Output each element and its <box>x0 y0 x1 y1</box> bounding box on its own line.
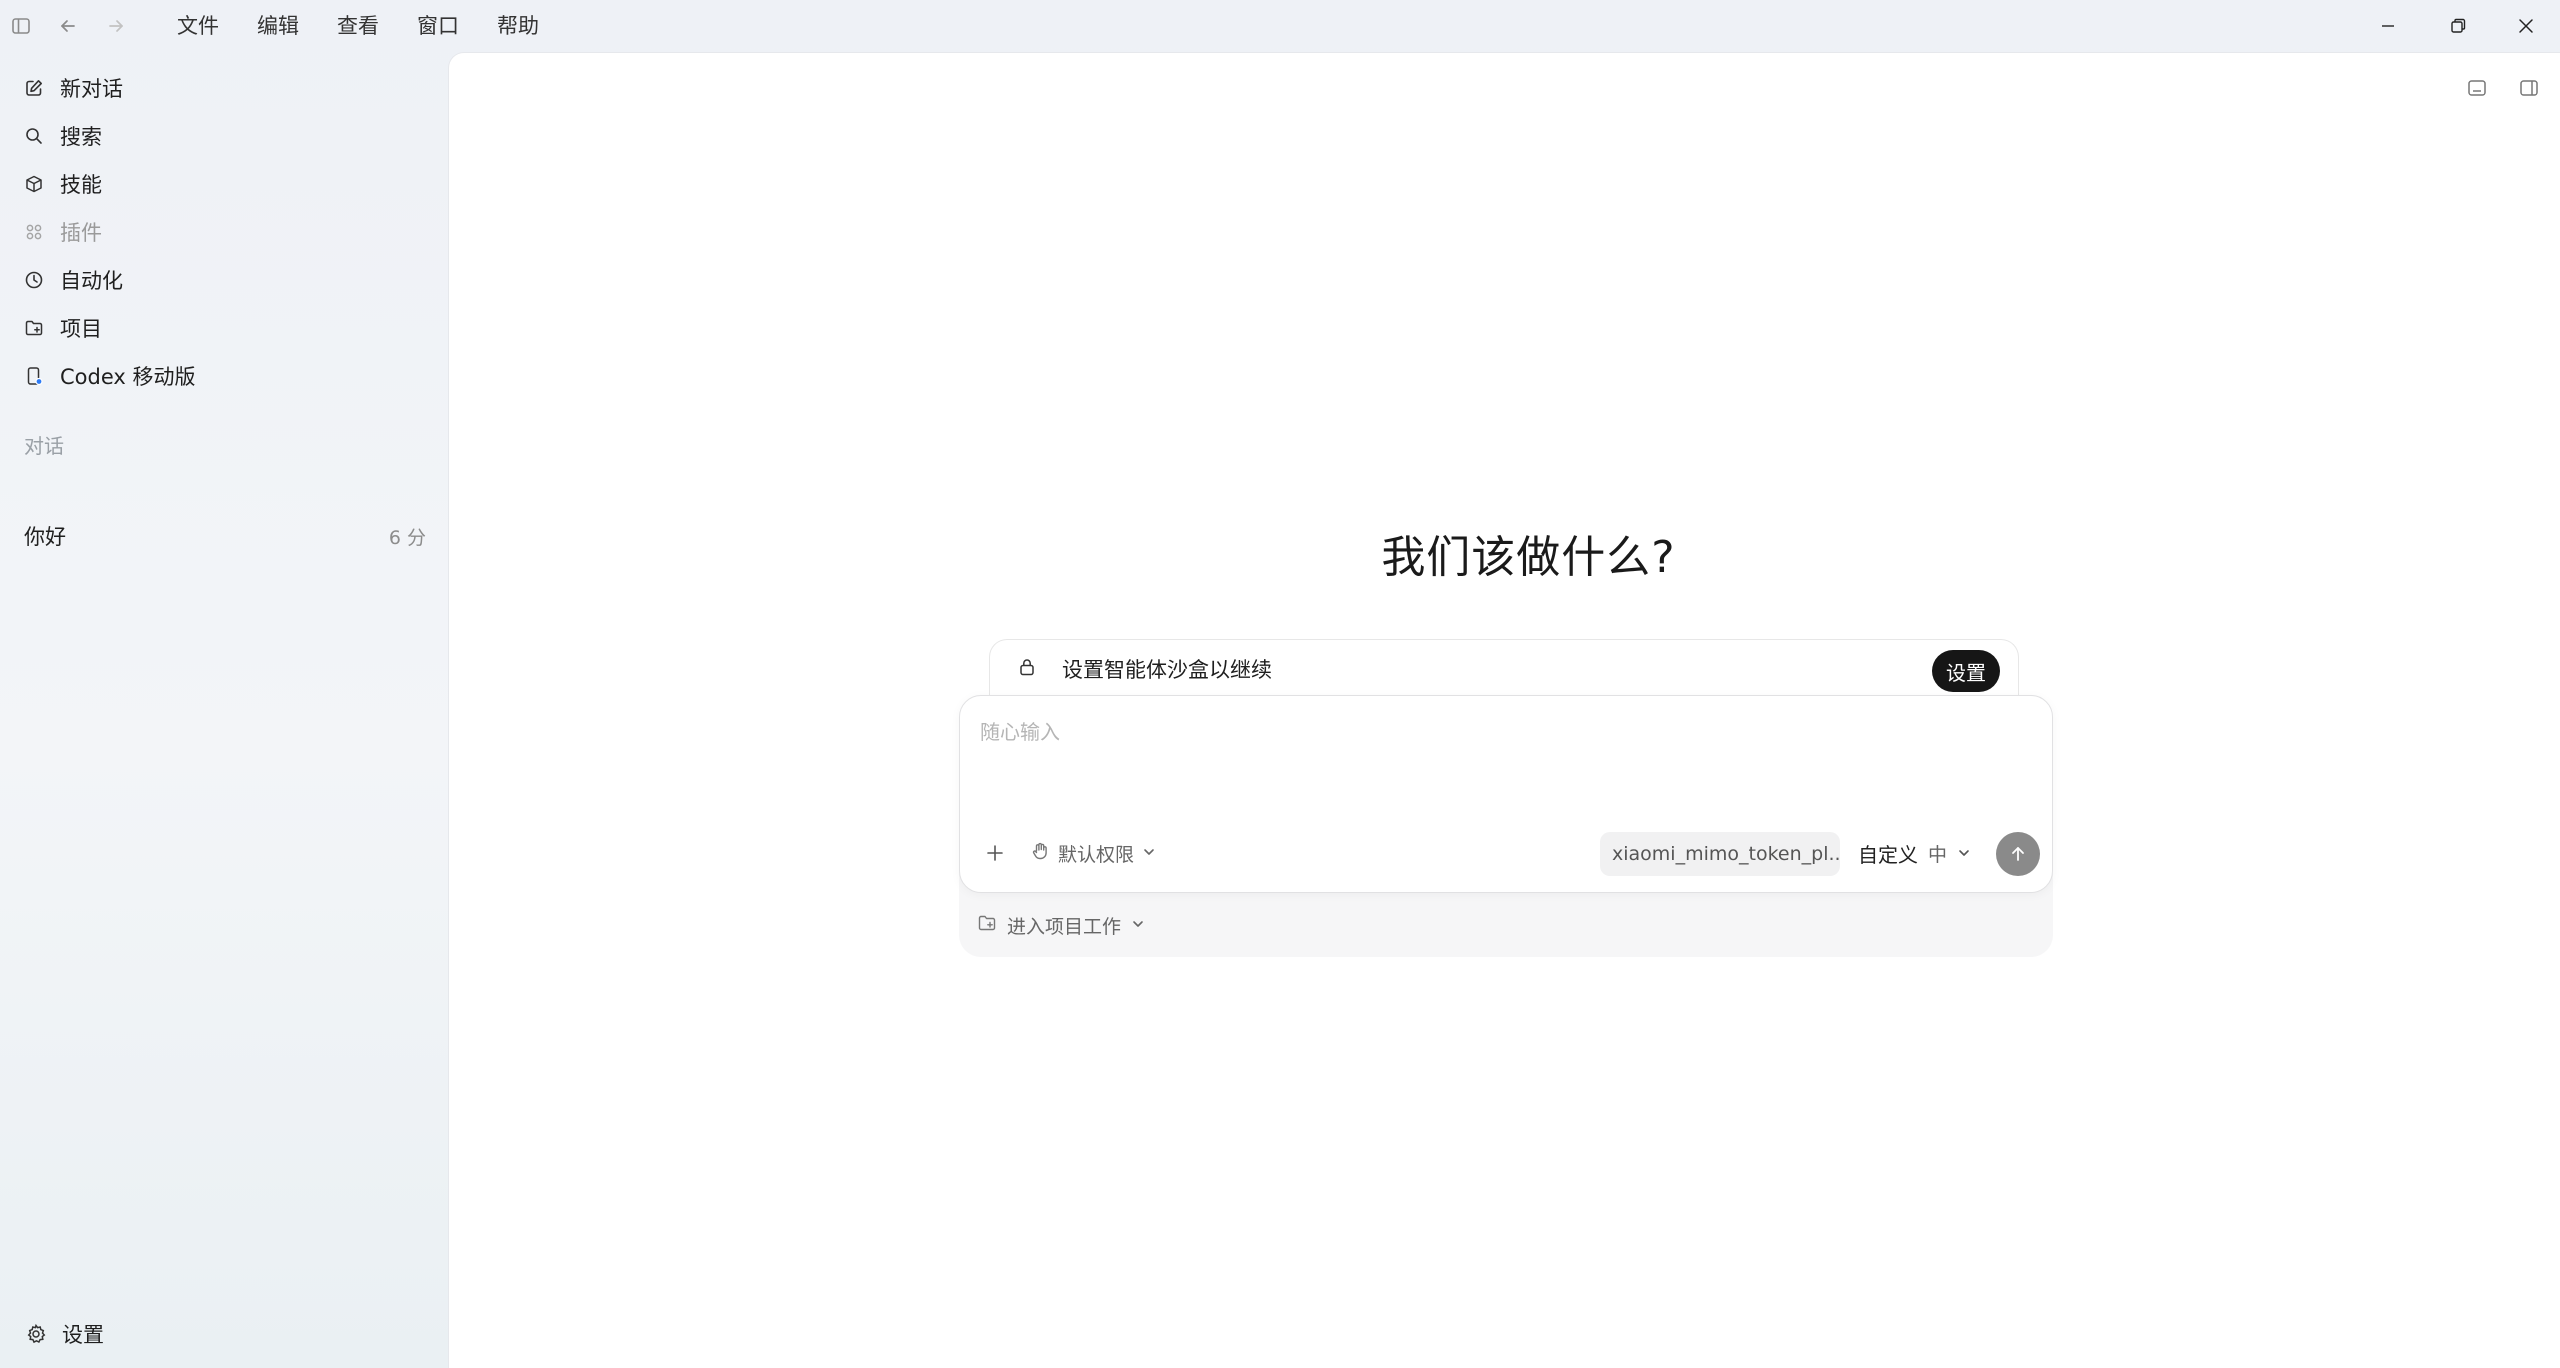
phone-icon <box>22 364 46 388</box>
main-toolbar <box>2464 75 2542 101</box>
mode-label: 自定义 <box>1858 842 1918 867</box>
sidebar-item-label: 搜索 <box>60 125 102 149</box>
gear-icon <box>24 1322 48 1346</box>
composer: 随心输入 默认权限 xiaomi_mimo_token_pl... 自定义 中 <box>959 695 2053 893</box>
prompt-input[interactable]: 随心输入 <box>980 716 1060 745</box>
settings-label: 设置 <box>62 1323 104 1347</box>
folder-icon <box>977 913 997 938</box>
side-panel-icon[interactable] <box>2516 75 2542 101</box>
sidebar-item-skills[interactable]: 技能 <box>22 164 426 204</box>
clock-icon <box>22 268 46 292</box>
menu-edit[interactable]: 编辑 <box>238 0 318 52</box>
restore-button[interactable] <box>2432 8 2484 44</box>
sidebar-item-label: 新对话 <box>60 77 123 101</box>
project-dropdown[interactable]: 进入项目工作 <box>977 907 1145 943</box>
conversation-title: 你好 <box>24 525 66 549</box>
menu-file[interactable]: 文件 <box>158 0 238 52</box>
main-panel: 我们该做什么? 设置智能体沙盒以继续 设置 随心输入 默认权限 xiaomi_m… <box>448 52 2560 1368</box>
title-bar: 文件 编辑 查看 窗口 帮助 <box>0 0 2560 52</box>
folder-icon <box>22 316 46 340</box>
sidebar: 新对话 搜索 技能 插件 自动化 项目 Codex 移动版 对话 你好 6 分 … <box>0 52 448 1368</box>
grid-icon <box>22 220 46 244</box>
sandbox-message: 设置智能体沙盒以继续 <box>1062 658 1272 682</box>
chevron-down-icon <box>1142 842 1156 864</box>
sidebar-item-automation[interactable]: 自动化 <box>22 260 426 300</box>
hand-icon <box>1030 841 1050 866</box>
forward-icon[interactable] <box>103 13 129 39</box>
add-attachment-button[interactable] <box>980 838 1010 868</box>
menu-view[interactable]: 查看 <box>318 0 398 52</box>
sidebar-item-plugins[interactable]: 插件 <box>22 212 426 252</box>
chevron-down-icon <box>1131 914 1145 936</box>
sidebar-item-label: 插件 <box>60 221 102 245</box>
model-selector[interactable]: xiaomi_mimo_token_pl... <box>1600 832 1840 876</box>
sandbox-setup-button[interactable]: 设置 <box>1932 650 2000 692</box>
sidebar-item-search[interactable]: 搜索 <box>22 116 426 156</box>
sidebar-item-label: Codex 移动版 <box>60 365 196 389</box>
edit-icon <box>22 76 46 100</box>
sidebar-item-label: 自动化 <box>60 269 123 293</box>
conversation-item[interactable]: 你好 6 分 <box>24 516 426 556</box>
menu-help[interactable]: 帮助 <box>478 0 558 52</box>
sidebar-item-label: 技能 <box>60 173 102 197</box>
sidebar-item-label: 项目 <box>60 317 102 341</box>
send-button[interactable] <box>1996 832 2040 876</box>
permission-label: 默认权限 <box>1058 843 1135 866</box>
conversation-time: 6 分 <box>388 526 426 549</box>
page-title: 我们该做什么? <box>1381 532 1676 583</box>
toggle-sidebar-icon[interactable] <box>8 13 34 39</box>
back-icon[interactable] <box>55 13 81 39</box>
menu-window[interactable]: 窗口 <box>398 0 478 52</box>
conversations-section-label: 对话 <box>24 434 64 458</box>
cube-icon <box>22 172 46 196</box>
minimize-button[interactable] <box>2362 8 2414 44</box>
sidebar-item-new-chat[interactable]: 新对话 <box>22 68 426 108</box>
terminal-panel-icon[interactable] <box>2464 75 2490 101</box>
sandbox-banner: 设置智能体沙盒以继续 设置 <box>989 639 2019 695</box>
menu-bar: 文件 编辑 查看 窗口 帮助 <box>158 0 558 52</box>
sidebar-settings[interactable]: 设置 <box>24 1314 104 1354</box>
app-window: 文件 编辑 查看 窗口 帮助 新对话 搜索 技能 插件 自动化 项目 Codex… <box>0 0 2560 1368</box>
close-button[interactable] <box>2500 8 2552 44</box>
level-label: 中 <box>1928 843 1948 866</box>
chevron-down-icon <box>1957 841 1971 865</box>
permission-dropdown[interactable]: 默认权限 <box>1030 836 1156 870</box>
mode-dropdown[interactable]: 自定义 中 <box>1858 836 1971 870</box>
search-icon <box>22 124 46 148</box>
project-label: 进入项目工作 <box>1007 915 1122 938</box>
sidebar-item-codex-mobile[interactable]: Codex 移动版 <box>22 356 426 396</box>
sidebar-item-projects[interactable]: 项目 <box>22 308 426 348</box>
lock-icon <box>1016 656 1038 682</box>
